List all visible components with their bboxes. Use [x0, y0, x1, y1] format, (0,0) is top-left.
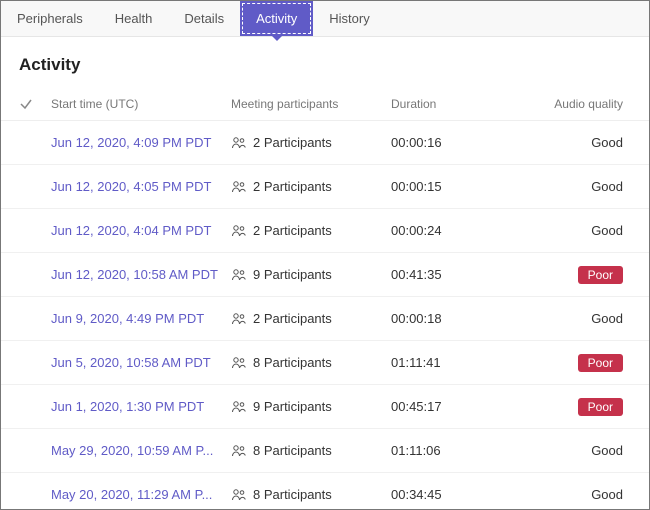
participants-icon: [231, 444, 247, 458]
participants-text: 8 Participants: [253, 443, 332, 458]
duration-cell: 00:34:45: [391, 487, 521, 502]
tab-health[interactable]: Health: [99, 1, 169, 36]
duration-cell: 00:45:17: [391, 399, 521, 414]
start-time-link[interactable]: Jun 12, 2020, 4:09 PM PDT: [51, 135, 231, 150]
start-time-link[interactable]: May 20, 2020, 11:29 AM P...: [51, 487, 231, 502]
participants-cell: 2 Participants: [231, 223, 391, 238]
participants-icon: [231, 224, 247, 238]
tabs-bar: PeripheralsHealthDetailsActivityHistory: [1, 1, 649, 37]
audio-quality-cell: Good: [521, 443, 639, 458]
col-start-time[interactable]: Start time (UTC): [51, 97, 231, 111]
start-time-link[interactable]: Jun 12, 2020, 4:04 PM PDT: [51, 223, 231, 238]
participants-text: 2 Participants: [253, 223, 332, 238]
col-duration[interactable]: Duration: [391, 97, 521, 111]
audio-quality-cell: Poor: [521, 266, 639, 284]
table-row[interactable]: Jun 9, 2020, 4:49 PM PDT 2 Participants 00…: [1, 297, 649, 341]
quality-label-good: Good: [591, 311, 623, 326]
quality-label-good: Good: [591, 443, 623, 458]
participants-cell: 8 Participants: [231, 355, 391, 370]
participants-cell: 2 Participants: [231, 135, 391, 150]
start-time-link[interactable]: Jun 5, 2020, 10:58 AM PDT: [51, 355, 231, 370]
activity-panel: PeripheralsHealthDetailsActivityHistory …: [0, 0, 650, 510]
col-audio-quality[interactable]: Audio quality: [521, 97, 639, 111]
table-body: Jun 12, 2020, 4:09 PM PDT 2 Participants 0…: [1, 121, 649, 509]
audio-quality-cell: Good: [521, 179, 639, 194]
table-row[interactable]: Jun 12, 2020, 10:58 AM PDT 9 Participants…: [1, 253, 649, 297]
audio-quality-cell: Good: [521, 311, 639, 326]
duration-cell: 01:11:41: [391, 355, 521, 370]
participants-icon: [231, 136, 247, 150]
duration-cell: 00:00:24: [391, 223, 521, 238]
participants-cell: 8 Participants: [231, 443, 391, 458]
quality-badge-poor: Poor: [578, 354, 623, 372]
table-row[interactable]: May 29, 2020, 10:59 AM P... 8 Participant…: [1, 429, 649, 473]
participants-icon: [231, 312, 247, 326]
audio-quality-cell: Poor: [521, 354, 639, 372]
participants-cell: 9 Participants: [231, 399, 391, 414]
participants-cell: 9 Participants: [231, 267, 391, 282]
start-time-link[interactable]: Jun 1, 2020, 1:30 PM PDT: [51, 399, 231, 414]
quality-label-good: Good: [591, 223, 623, 238]
tab-activity[interactable]: Activity: [240, 1, 313, 36]
table-row[interactable]: Jun 1, 2020, 1:30 PM PDT 9 Participants 00…: [1, 385, 649, 429]
table-row[interactable]: Jun 12, 2020, 4:05 PM PDT 2 Participants 0…: [1, 165, 649, 209]
quality-label-good: Good: [591, 179, 623, 194]
participants-text: 2 Participants: [253, 179, 332, 194]
table-row[interactable]: Jun 5, 2020, 10:58 AM PDT 8 Participants 0…: [1, 341, 649, 385]
participants-icon: [231, 400, 247, 414]
audio-quality-cell: Good: [521, 487, 639, 502]
duration-cell: 01:11:06: [391, 443, 521, 458]
duration-cell: 00:00:16: [391, 135, 521, 150]
duration-cell: 00:41:35: [391, 267, 521, 282]
participants-icon: [231, 356, 247, 370]
col-participants[interactable]: Meeting participants: [231, 97, 391, 111]
audio-quality-cell: Good: [521, 135, 639, 150]
participants-cell: 2 Participants: [231, 179, 391, 194]
activity-table: Start time (UTC) Meeting participants Du…: [1, 87, 649, 509]
participants-icon: [231, 180, 247, 194]
checkmark-icon: [19, 97, 33, 111]
participants-text: 2 Participants: [253, 135, 332, 150]
start-time-link[interactable]: Jun 12, 2020, 4:05 PM PDT: [51, 179, 231, 194]
participants-text: 9 Participants: [253, 267, 332, 282]
participants-cell: 8 Participants: [231, 487, 391, 502]
table-row[interactable]: Jun 12, 2020, 4:04 PM PDT 2 Participants 0…: [1, 209, 649, 253]
table-row[interactable]: May 20, 2020, 11:29 AM P... 8 Participant…: [1, 473, 649, 509]
participants-cell: 2 Participants: [231, 311, 391, 326]
start-time-link[interactable]: Jun 9, 2020, 4:49 PM PDT: [51, 311, 231, 326]
duration-cell: 00:00:15: [391, 179, 521, 194]
select-all-header[interactable]: [1, 97, 51, 111]
duration-cell: 00:00:18: [391, 311, 521, 326]
table-header: Start time (UTC) Meeting participants Du…: [1, 87, 649, 121]
participants-text: 8 Participants: [253, 355, 332, 370]
tab-details[interactable]: Details: [168, 1, 240, 36]
participants-text: 2 Participants: [253, 311, 332, 326]
table-row[interactable]: Jun 12, 2020, 4:09 PM PDT 2 Participants 0…: [1, 121, 649, 165]
quality-label-good: Good: [591, 135, 623, 150]
participants-text: 8 Participants: [253, 487, 332, 502]
participants-text: 9 Participants: [253, 399, 332, 414]
start-time-link[interactable]: Jun 12, 2020, 10:58 AM PDT: [51, 267, 231, 282]
quality-badge-poor: Poor: [578, 266, 623, 284]
tab-peripherals[interactable]: Peripherals: [1, 1, 99, 36]
audio-quality-cell: Good: [521, 223, 639, 238]
quality-label-good: Good: [591, 487, 623, 502]
quality-badge-poor: Poor: [578, 398, 623, 416]
page-title: Activity: [1, 37, 649, 87]
audio-quality-cell: Poor: [521, 398, 639, 416]
participants-icon: [231, 488, 247, 502]
participants-icon: [231, 268, 247, 282]
tab-history[interactable]: History: [313, 1, 385, 36]
start-time-link[interactable]: May 29, 2020, 10:59 AM P...: [51, 443, 231, 458]
